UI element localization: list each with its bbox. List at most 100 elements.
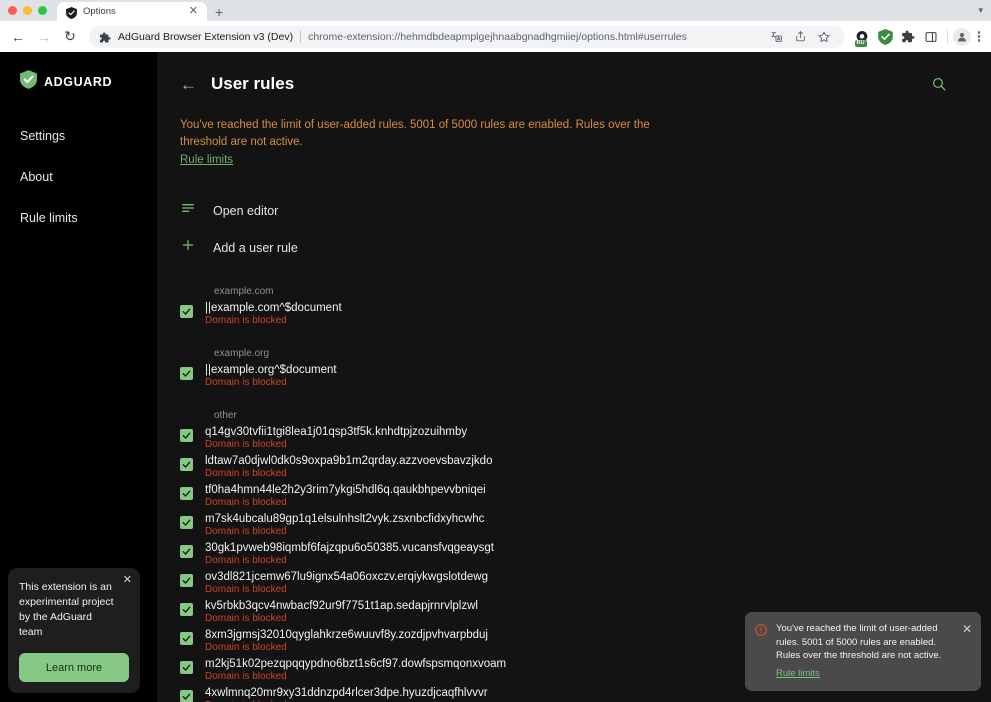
minimize-window-button[interactable] bbox=[23, 6, 32, 15]
translate-icon[interactable] bbox=[766, 26, 787, 47]
extensions-puzzle-icon[interactable] bbox=[898, 26, 919, 47]
new-tab-button[interactable]: + bbox=[215, 5, 223, 19]
rule-text[interactable]: kv5rbkb3qcv4nwbacf92ur9f7751t1ap.sedapjr… bbox=[205, 600, 951, 612]
bookmark-star-icon[interactable] bbox=[814, 26, 835, 47]
rule-enabled-checkbox[interactable] bbox=[180, 367, 193, 380]
browser-window: Options ✕ + ▾ ← → ↻ AdGuard Browser Exte… bbox=[0, 0, 991, 702]
tabstrip-right: ▾ bbox=[978, 0, 991, 21]
forward-button[interactable]: → bbox=[32, 25, 56, 49]
rule-body: ||example.org^$documentDomain is blocked bbox=[205, 364, 951, 391]
back-button[interactable]: ← bbox=[6, 25, 30, 49]
close-icon[interactable]: ✕ bbox=[962, 623, 972, 635]
rule-enabled-checkbox[interactable] bbox=[180, 545, 193, 558]
chevron-down-icon[interactable]: ▾ bbox=[978, 5, 983, 16]
error-circle-icon bbox=[754, 623, 768, 642]
brand-name: ADGUARD bbox=[44, 75, 112, 89]
rule-body: tf0ha4hmn44le2h2y3rim7ykgi5hdl6q.qaukbhp… bbox=[205, 484, 951, 511]
close-icon[interactable]: ✕ bbox=[123, 575, 132, 586]
back-arrow-icon[interactable]: ← bbox=[180, 76, 197, 93]
rule-item: 30gk1pvweb98iqmbf6fajzqpu6o50385.vucansf… bbox=[180, 541, 951, 570]
rule-enabled-checkbox[interactable] bbox=[180, 429, 193, 442]
rule-body: ||example.com^$documentDomain is blocked bbox=[205, 302, 951, 329]
rule-status: Domain is blocked bbox=[205, 497, 951, 508]
toast-rule-limits-link[interactable]: Rule limits bbox=[776, 668, 820, 679]
sidebar-item-about[interactable]: About bbox=[20, 162, 157, 192]
extension-name-label: AdGuard Browser Extension v3 (Dev) bbox=[118, 31, 293, 43]
chrome-menu-icon[interactable] bbox=[973, 31, 986, 42]
window-controls bbox=[8, 0, 57, 21]
rule-body: 30gk1pvweb98iqmbf6fajzqpu6o50385.vucansf… bbox=[205, 542, 951, 569]
reload-button[interactable]: ↻ bbox=[58, 25, 82, 49]
add-user-rule-button[interactable]: Add a user rule bbox=[180, 229, 951, 266]
rule-enabled-checkbox[interactable] bbox=[180, 458, 193, 471]
rule-status: Domain is blocked bbox=[205, 468, 951, 479]
rule-enabled-checkbox[interactable] bbox=[180, 516, 193, 529]
rule-limit-toast: You've reached the limit of user-added r… bbox=[745, 612, 981, 691]
url-text: chrome-extension://hehmdbdeapmplgejhnaab… bbox=[308, 31, 687, 43]
extensions-puzzle-icon bbox=[99, 31, 111, 43]
editor-lines-icon bbox=[180, 200, 196, 221]
sidebar-item-settings[interactable]: Settings bbox=[20, 121, 157, 151]
rule-group-label: example.com bbox=[214, 286, 951, 297]
search-icon[interactable] bbox=[931, 76, 947, 92]
rule-item: ||example.org^$documentDomain is blocked bbox=[180, 363, 951, 392]
rule-item: ldtaw7a0djwl0dk0s9oxpa9b1m2qrday.azzvoev… bbox=[180, 454, 951, 483]
rule-enabled-checkbox[interactable] bbox=[180, 690, 193, 702]
page-title: User rules bbox=[211, 74, 294, 94]
add-user-rule-label: Add a user rule bbox=[213, 241, 298, 255]
side-panel-icon[interactable] bbox=[921, 26, 942, 47]
adguard-brand: ADGUARD bbox=[20, 70, 157, 94]
rule-group-label: other bbox=[214, 410, 951, 421]
learn-more-button[interactable]: Learn more bbox=[19, 653, 129, 682]
close-window-button[interactable] bbox=[8, 6, 17, 15]
browser-tab[interactable]: Options ✕ bbox=[57, 2, 207, 21]
extension-options-page: ADGUARD Settings About Rule limits ✕ Thi… bbox=[0, 52, 991, 702]
experimental-notice-text: This extension is an experimental projec… bbox=[19, 580, 129, 640]
rule-text[interactable]: ||example.org^$document bbox=[205, 364, 951, 376]
toast-body: You've reached the limit of user-added r… bbox=[776, 622, 954, 681]
content-area: ← User rules You've reached the limit of… bbox=[157, 52, 991, 702]
rule-status: Domain is blocked bbox=[205, 555, 951, 566]
rule-enabled-checkbox[interactable] bbox=[180, 305, 193, 318]
rule-status: Domain is blocked bbox=[205, 377, 951, 388]
rule-group: example.org ||example.org^$documentDomain… bbox=[180, 348, 951, 392]
rule-text[interactable]: 30gk1pvweb98iqmbf6fajzqpu6o50385.vucansf… bbox=[205, 542, 951, 554]
tab-strip: Options ✕ + ▾ bbox=[0, 0, 991, 21]
rule-body: m7sk4ubcalu89gp1q1elsulnhslt2vyk.zsxnbcf… bbox=[205, 513, 951, 540]
profile-avatar-icon[interactable] bbox=[953, 28, 971, 46]
open-editor-label: Open editor bbox=[213, 204, 278, 218]
rule-enabled-checkbox[interactable] bbox=[180, 661, 193, 674]
rule-text[interactable]: tf0ha4hmn44le2h2y3rim7ykgi5hdl6q.qaukbhp… bbox=[205, 484, 951, 496]
rule-status: Domain is blocked bbox=[205, 315, 951, 326]
rule-status: Domain is blocked bbox=[205, 526, 951, 537]
toast-text: You've reached the limit of user-added r… bbox=[776, 622, 954, 663]
address-bar[interactable]: AdGuard Browser Extension v3 (Dev) chrom… bbox=[89, 26, 845, 48]
rule-enabled-checkbox[interactable] bbox=[180, 603, 193, 616]
rule-status: Domain is blocked bbox=[205, 584, 951, 595]
tab-close-icon[interactable]: ✕ bbox=[187, 6, 200, 17]
open-editor-button[interactable]: Open editor bbox=[180, 192, 951, 229]
maximize-window-button[interactable] bbox=[38, 6, 47, 15]
rule-text[interactable]: ov3dl821jcemw67lu9ignx54a06oxczv.erqiykw… bbox=[205, 571, 951, 583]
rule-text[interactable]: m7sk4ubcalu89gp1q1elsulnhslt2vyk.zsxnbcf… bbox=[205, 513, 951, 525]
adguard-shield-icon bbox=[20, 70, 37, 94]
share-icon[interactable] bbox=[790, 26, 811, 47]
rule-enabled-checkbox[interactable] bbox=[180, 574, 193, 587]
rule-item: tf0ha4hmn44le2h2y3rim7ykgi5hdl6q.qaukbhp… bbox=[180, 483, 951, 512]
sidebar-item-rule-limits[interactable]: Rule limits bbox=[20, 203, 157, 233]
rule-group: example.com ||example.com^$documentDomain… bbox=[180, 286, 951, 330]
rule-body: ldtaw7a0djwl0dk0s9oxpa9b1m2qrday.azzvoev… bbox=[205, 455, 951, 482]
adguard-extension-icon[interactable] bbox=[875, 26, 896, 47]
experimental-notice-popup: ✕ This extension is an experimental proj… bbox=[8, 568, 140, 693]
vpn-extension-icon[interactable]: RU bbox=[852, 26, 873, 47]
rule-group-label: example.org bbox=[214, 348, 951, 359]
rule-text[interactable]: ldtaw7a0djwl0dk0s9oxpa9b1m2qrday.azzvoev… bbox=[205, 455, 951, 467]
rule-limits-link[interactable]: Rule limits bbox=[180, 154, 233, 166]
rule-text[interactable]: q14gv30tvfii1tgi8lea1j01qsp3tf5k.knhdtpj… bbox=[205, 426, 951, 438]
rule-enabled-checkbox[interactable] bbox=[180, 487, 193, 500]
tab-title: Options bbox=[83, 6, 181, 17]
rule-enabled-checkbox[interactable] bbox=[180, 632, 193, 645]
rule-limit-warning-text: You've reached the limit of user-added r… bbox=[180, 117, 660, 150]
rule-item: ov3dl821jcemw67lu9ignx54a06oxczv.erqiykw… bbox=[180, 570, 951, 599]
rule-text[interactable]: ||example.com^$document bbox=[205, 302, 951, 314]
